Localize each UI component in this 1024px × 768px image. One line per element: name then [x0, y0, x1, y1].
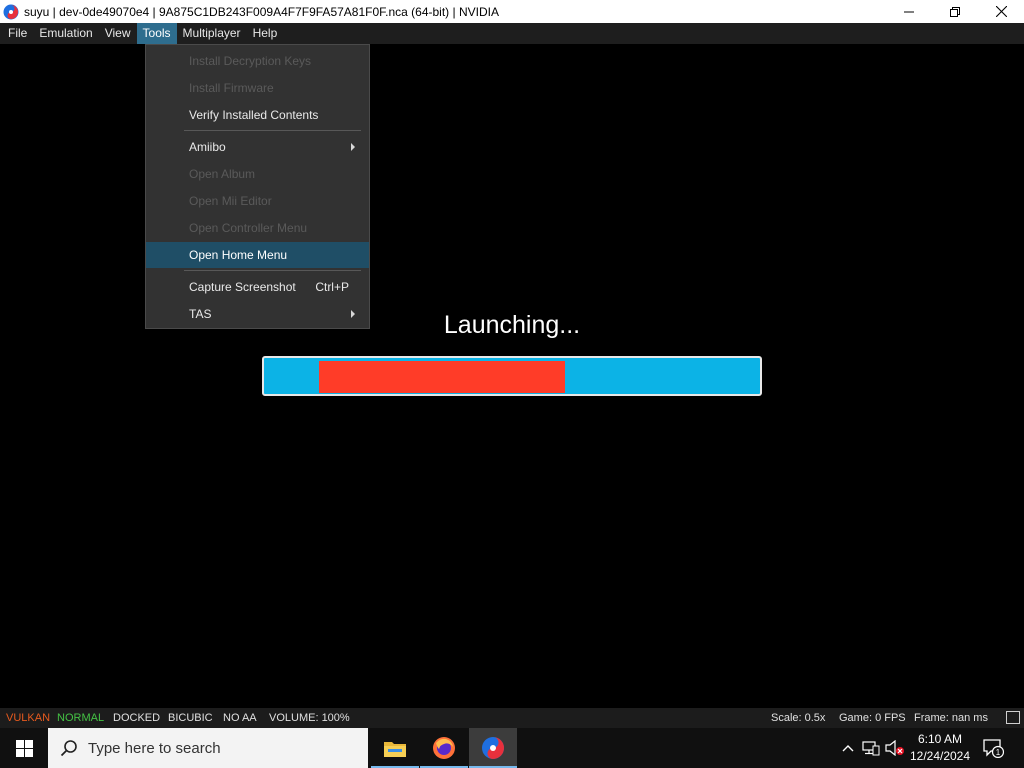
menu-item-verify-installed-contents[interactable]: Verify Installed Contents: [146, 102, 369, 128]
submenu-arrow-icon: [351, 143, 355, 151]
window-title: suyu | dev-0de49070e4 | 9A875C1DB243F009…: [24, 4, 499, 19]
menu-item-label: Install Firmware: [189, 81, 274, 95]
menu-item-label: Open Album: [189, 167, 256, 181]
menu-emulation[interactable]: Emulation: [33, 23, 98, 44]
loading-progress-fill: [319, 361, 565, 393]
action-center-button[interactable]: 1: [980, 728, 1006, 768]
menu-item-label: Open Controller Menu: [189, 221, 308, 235]
menu-item-open-controller-menu[interactable]: Open Controller Menu: [146, 215, 369, 241]
taskbar-firefox[interactable]: [420, 728, 468, 768]
maximize-icon: [950, 6, 960, 17]
menu-file[interactable]: File: [0, 23, 33, 44]
menu-item-label: Capture Screenshot: [189, 280, 296, 294]
menu-item-open-album[interactable]: Open Album: [146, 161, 369, 187]
menu-tools[interactable]: Tools: [136, 23, 177, 44]
menu-item-label: Open Mii Editor: [189, 194, 272, 208]
windows-taskbar: Type here to search 6:10 AM 12/24/2024 1: [0, 728, 1024, 768]
suyu-icon: [482, 737, 504, 759]
menu-item-capture-screenshot[interactable]: Capture Screenshot Ctrl+P: [146, 274, 369, 300]
minimize-button[interactable]: [886, 0, 932, 23]
menu-multiplayer[interactable]: Multiplayer: [177, 23, 247, 44]
windows-logo-icon: [15, 739, 33, 757]
firefox-icon: [433, 737, 455, 759]
loading-progress-bar: [262, 356, 762, 396]
app-window: suyu | dev-0de49070e4 | 9A875C1DB243F009…: [0, 0, 1024, 768]
aa-status[interactable]: NO AA: [223, 712, 257, 724]
multiplayer-status-icon[interactable]: [1006, 711, 1020, 724]
gpu-accuracy-status[interactable]: NORMAL: [57, 712, 104, 724]
clock-time: 6:10 AM: [917, 732, 963, 746]
status-bar: VULKAN NORMAL DOCKED BICUBIC NO AA VOLUM…: [0, 708, 1024, 728]
taskbar-suyu[interactable]: [469, 728, 517, 768]
menu-item-open-mii-editor[interactable]: Open Mii Editor: [146, 188, 369, 214]
window-controls: [886, 0, 1024, 23]
frame-time-status: Frame: nan ms: [914, 712, 988, 724]
tray-network[interactable]: [860, 728, 882, 768]
taskbar-file-explorer[interactable]: [371, 728, 419, 768]
renderer-status[interactable]: VULKAN: [6, 712, 50, 724]
start-button[interactable]: [0, 728, 48, 768]
menu-item-label: Install Decryption Keys: [189, 54, 312, 68]
menu-item-label: Open Home Menu: [189, 248, 288, 262]
file-explorer-icon: [384, 742, 406, 757]
volume-muted-icon: [885, 740, 904, 756]
tools-dropdown-menu: Install Decryption Keys Install Firmware…: [145, 44, 370, 329]
tray-overflow-button[interactable]: [838, 728, 858, 768]
clock-date: 12/24/2024: [909, 749, 971, 763]
minimize-icon: [904, 11, 914, 12]
title-bar[interactable]: suyu | dev-0de49070e4 | 9A875C1DB243F009…: [0, 0, 1024, 23]
menu-separator: [184, 270, 361, 271]
menu-item-install-firmware[interactable]: Install Firmware: [146, 75, 369, 101]
scale-status: Scale: 0.5x: [771, 712, 826, 724]
network-icon: [862, 741, 880, 756]
menu-item-amiibo[interactable]: Amiibo: [146, 134, 369, 160]
dock-mode-status[interactable]: DOCKED: [113, 712, 160, 724]
search-placeholder: Type here to search: [88, 739, 221, 757]
maximize-button[interactable]: [932, 0, 978, 23]
menu-item-label: Amiibo: [189, 140, 226, 154]
fps-status: Game: 0 FPS: [839, 712, 906, 724]
volume-status[interactable]: VOLUME: 100%: [269, 712, 350, 724]
menu-item-install-decryption-keys[interactable]: Install Decryption Keys: [146, 48, 369, 74]
taskbar-clock[interactable]: 6:10 AM 12/24/2024: [905, 731, 975, 765]
menu-item-open-home-menu[interactable]: Open Home Menu: [146, 242, 369, 268]
menu-item-tas[interactable]: TAS: [146, 301, 369, 327]
menu-item-label: Verify Installed Contents: [189, 108, 319, 122]
filter-status[interactable]: BICUBIC: [168, 712, 213, 724]
search-icon: [60, 740, 77, 757]
notification-icon: 1: [983, 739, 1004, 758]
submenu-arrow-icon: [351, 310, 355, 318]
menu-help[interactable]: Help: [247, 23, 284, 44]
chevron-up-icon: [842, 745, 854, 752]
menu-view[interactable]: View: [99, 23, 137, 44]
close-icon: [995, 6, 1007, 17]
notification-count: 1: [996, 748, 1001, 757]
shortcut-label: Ctrl+P: [315, 280, 349, 294]
tray-volume[interactable]: [884, 728, 906, 768]
menu-item-label: TAS: [189, 307, 212, 321]
suyu-logo-icon: [3, 4, 19, 20]
close-button[interactable]: [978, 0, 1024, 23]
menu-bar: File Emulation View Tools Multiplayer He…: [0, 23, 1024, 44]
taskbar-search-box[interactable]: Type here to search: [48, 728, 368, 768]
menu-separator: [184, 130, 361, 131]
